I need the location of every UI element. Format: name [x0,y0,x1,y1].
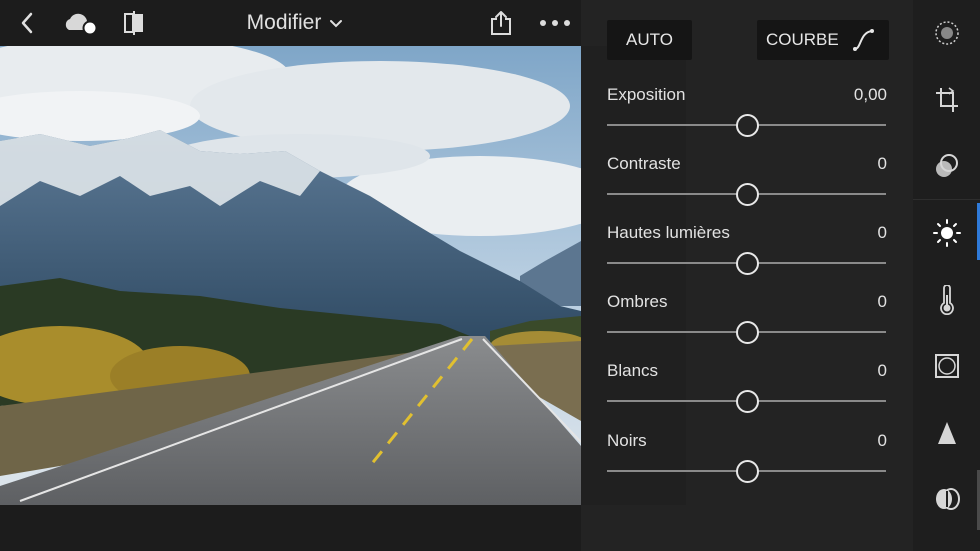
slider-hautes-lumières: Hautes lumières 0 [607,223,887,283]
effects-icon[interactable] [913,333,980,399]
slider-thumb[interactable] [736,252,759,275]
slider-ombres: Ombres 0 [607,292,887,352]
crop-icon[interactable] [913,67,980,133]
optics-icon[interactable] [913,466,980,532]
back-chevron-icon[interactable] [12,0,42,46]
top-bar: Modifier [0,0,581,46]
slider-value[interactable]: 0 [878,431,887,451]
light-icon[interactable] [913,200,980,266]
slider-label: Contraste [607,154,681,173]
presets-icon[interactable] [913,133,980,199]
slider-thumb[interactable] [736,321,759,344]
slider-label: Exposition [607,85,686,104]
slider-blancs: Blancs 0 [607,361,887,421]
color-icon[interactable] [913,267,980,333]
photo-canvas[interactable] [0,46,581,505]
edit-mode-dropdown[interactable]: Modifier [230,0,360,46]
edit-mode-label: Modifier [246,11,322,34]
curve-icon [852,29,874,51]
slider-value[interactable]: 0 [878,292,887,312]
slider-value[interactable]: 0,00 [854,85,887,105]
cloud-sync-icon[interactable] [60,0,100,46]
tool-rail [913,0,980,551]
courbe-button[interactable]: COURBE [757,20,889,60]
slider-label: Hautes lumières [607,223,730,242]
auto-button[interactable]: AUTO [607,20,692,60]
chevron-down-icon [329,11,343,35]
slider-label: Ombres [607,292,668,311]
slider-thumb[interactable] [736,390,759,413]
slider-label: Noirs [607,431,647,450]
share-icon[interactable] [486,0,516,46]
slider-thumb[interactable] [736,460,759,483]
slider-thumb[interactable] [736,114,759,137]
courbe-button-label: COURBE [766,30,839,49]
bottom-strip [0,505,581,551]
slider-contraste: Contraste 0 [607,154,887,214]
selective-icon[interactable] [913,0,980,66]
detail-icon[interactable] [913,400,980,466]
slider-value[interactable]: 0 [878,223,887,243]
compare-icon[interactable] [118,0,150,46]
auto-button-label: AUTO [626,30,673,49]
more-icon[interactable] [536,0,574,46]
slider-value[interactable]: 0 [878,154,887,174]
slider-label: Blancs [607,361,659,380]
slider-value[interactable]: 0 [878,361,887,381]
slider-thumb[interactable] [736,183,759,206]
slider-exposition: Exposition 0,00 [607,85,887,145]
slider-noirs: Noirs 0 [607,431,887,491]
